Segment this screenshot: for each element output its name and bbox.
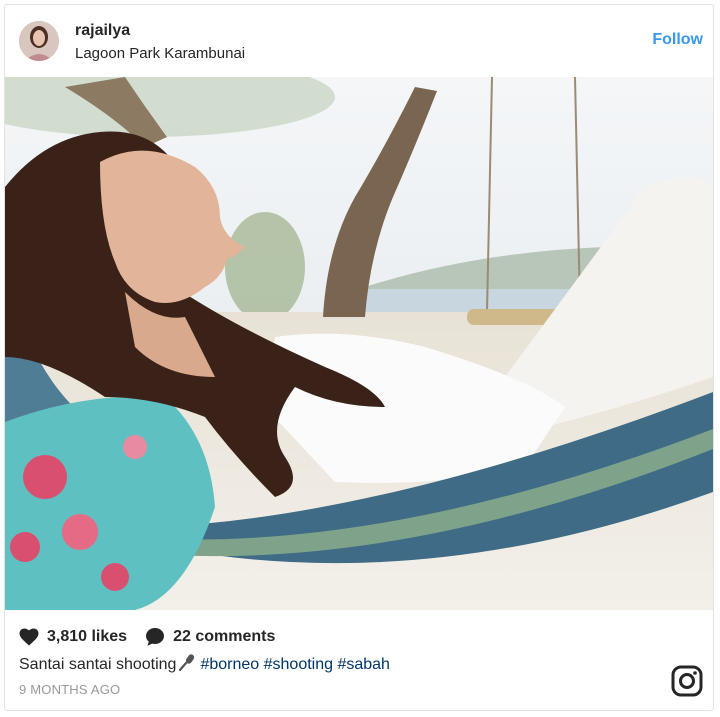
comment-bubble-icon <box>146 628 165 646</box>
instagram-icon[interactable] <box>671 665 703 697</box>
microphone-icon <box>178 653 196 676</box>
post-header: rajailya Lagoon Park Karambunai Follow <box>5 5 713 77</box>
comments-stat[interactable]: 22 comments <box>145 627 275 647</box>
post-photo[interactable] <box>5 77 713 610</box>
post-caption: Santai santai shooting #borneo #shooting… <box>19 653 390 676</box>
comments-count: 22 comments <box>173 628 276 645</box>
follow-button[interactable]: Follow <box>652 31 703 49</box>
post-stats: 3,810 likes 22 comments <box>19 625 293 649</box>
post-timestamp: 9 MONTHS AGO <box>19 682 121 697</box>
username[interactable]: rajailya <box>75 22 130 40</box>
instagram-post-card: rajailya Lagoon Park Karambunai Follow 3… <box>4 4 714 711</box>
likes-stat[interactable]: 3,810 likes <box>19 628 127 646</box>
caption-hashtags[interactable]: #borneo #shooting #sabah <box>200 656 390 674</box>
heart-icon <box>19 628 39 646</box>
avatar[interactable] <box>19 21 59 61</box>
caption-text: Santai santai shooting <box>19 655 177 673</box>
likes-count: 3,810 likes <box>47 628 128 645</box>
location-link[interactable]: Lagoon Park Karambunai <box>75 45 245 62</box>
